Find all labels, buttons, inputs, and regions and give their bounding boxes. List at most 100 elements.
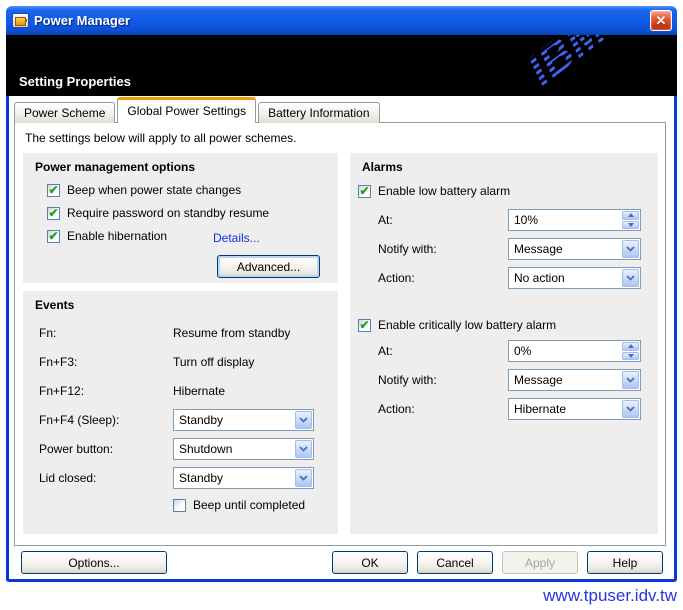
event-label: Fn+F4 (Sleep): — [39, 409, 173, 431]
event-label: Power button: — [39, 438, 173, 460]
apply-button[interactable]: Apply — [502, 551, 578, 574]
event-value: Resume from standby — [173, 326, 290, 340]
power-manager-app-icon — [12, 13, 29, 28]
enable-hibernation-checkbox[interactable]: ✔ — [47, 230, 60, 243]
event-label: Fn: — [39, 326, 173, 340]
low-alarm-notify-row: Notify with: Message — [378, 238, 641, 260]
fn-row: Fn: Resume from standby — [39, 326, 290, 340]
chevron-down-icon[interactable] — [622, 240, 639, 258]
window-title: Power Manager — [34, 13, 130, 28]
close-button[interactable]: ✕ — [650, 10, 672, 31]
titlebar[interactable]: Power Manager ✕ — [6, 6, 677, 35]
alarms-group: Alarms ✔ Enable low battery alarm At: 10… — [350, 153, 658, 534]
require-password-row: ✔ Require password on standby resume — [47, 206, 269, 220]
fn-f12-row: Fn+F12: Hibernate — [39, 384, 225, 398]
beep-until-completed-row: Beep until completed — [173, 498, 305, 512]
chevron-down-icon[interactable] — [295, 469, 312, 487]
lid-closed-dropdown[interactable]: Standby — [173, 467, 314, 489]
chevron-down-icon[interactable] — [295, 440, 312, 458]
low-alarm-action-dropdown[interactable]: No action — [508, 267, 641, 289]
checkbox-label: Enable hibernation — [67, 229, 167, 243]
intro-text: The settings below will apply to all pow… — [25, 131, 296, 145]
tab-power-scheme[interactable]: Power Scheme — [14, 102, 115, 123]
dialog-button-row: Options... OK Cancel Apply Help — [9, 551, 674, 574]
low-alarm-at-row: At: 10% — [378, 209, 641, 231]
low-alarm-action-row: Action: No action — [378, 267, 641, 289]
beep-until-completed-checkbox[interactable] — [173, 499, 186, 512]
spin-up-icon[interactable] — [622, 211, 639, 220]
power-management-options-group: Power management options ✔ Beep when pow… — [23, 153, 338, 283]
fn-f4-sleep-row: Fn+F4 (Sleep): Standby — [39, 409, 314, 431]
watermark-url: www.tpuser.idv.tw — [543, 586, 677, 606]
field-label: Action: — [378, 398, 508, 420]
spinner-buttons — [622, 342, 639, 360]
group-title: Power management options — [35, 160, 195, 174]
fn-f4-sleep-dropdown[interactable]: Standby — [173, 409, 314, 431]
fn-f3-row: Fn+F3: Turn off display — [39, 355, 254, 369]
dropdown-value: Hibernate — [509, 402, 566, 416]
power-button-row: Power button: Shutdown — [39, 438, 314, 460]
dropdown-value: Message — [509, 242, 563, 256]
lid-closed-row: Lid closed: Standby — [39, 467, 314, 489]
beep-power-state-row: ✔ Beep when power state changes — [47, 183, 241, 197]
power-manager-window: Power Manager ✕ IBM Setting Properties P… — [6, 6, 677, 582]
field-label: At: — [378, 340, 508, 362]
checkbox-label: Enable low battery alarm — [378, 184, 510, 198]
chevron-down-icon[interactable] — [295, 411, 312, 429]
event-label: Fn+F12: — [39, 384, 173, 398]
cancel-button[interactable]: Cancel — [417, 551, 493, 574]
dropdown-value: Standby — [174, 471, 223, 485]
close-icon: ✕ — [656, 14, 667, 27]
power-button-dropdown[interactable]: Shutdown — [173, 438, 314, 460]
event-label: Lid closed: — [39, 467, 173, 489]
beep-power-state-checkbox[interactable]: ✔ — [47, 184, 60, 197]
input-value: 0% — [509, 344, 531, 358]
tab-page-global-power-settings: The settings below will apply to all pow… — [14, 122, 666, 546]
critical-alarm-at-row: At: 0% — [378, 340, 641, 362]
enable-critical-alarm-checkbox[interactable]: ✔ — [358, 319, 371, 332]
options-button[interactable]: Options... — [21, 551, 167, 574]
spin-down-icon[interactable] — [622, 221, 639, 230]
header-banner: IBM Setting Properties — [6, 35, 677, 96]
spinner-buttons — [622, 211, 639, 229]
ok-button[interactable]: OK — [332, 551, 408, 574]
chevron-down-icon[interactable] — [622, 400, 639, 418]
advanced-button[interactable]: Advanced... — [217, 255, 320, 278]
event-value: Turn off display — [173, 355, 254, 369]
low-alarm-notify-dropdown[interactable]: Message — [508, 238, 641, 260]
spin-up-icon[interactable] — [622, 342, 639, 351]
chevron-down-icon[interactable] — [622, 269, 639, 287]
dropdown-value: No action — [509, 271, 565, 285]
enable-low-battery-alarm-checkbox[interactable]: ✔ — [358, 185, 371, 198]
group-title: Alarms — [362, 160, 403, 174]
dropdown-value: Standby — [174, 413, 223, 427]
tab-global-power-settings[interactable]: Global Power Settings — [117, 97, 256, 123]
checkbox-label: Enable critically low battery alarm — [378, 318, 556, 332]
check-icon: ✔ — [359, 320, 369, 330]
check-icon: ✔ — [48, 231, 58, 241]
chevron-down-icon[interactable] — [622, 371, 639, 389]
action-buttons: OK Cancel Apply Help — [332, 551, 663, 574]
check-icon: ✔ — [359, 186, 369, 196]
critical-alarm-level-input[interactable]: 0% — [508, 340, 641, 362]
field-label: Notify with: — [378, 238, 508, 260]
low-alarm-level-input[interactable]: 10% — [508, 209, 641, 231]
event-value: Hibernate — [173, 384, 225, 398]
enable-critical-alarm-row: ✔ Enable critically low battery alarm — [358, 318, 556, 332]
spin-down-icon[interactable] — [622, 352, 639, 361]
tab-battery-information[interactable]: Battery Information — [258, 102, 379, 123]
critical-alarm-action-dropdown[interactable]: Hibernate — [508, 398, 641, 420]
critical-alarm-notify-dropdown[interactable]: Message — [508, 369, 641, 391]
page: Power Manager ✕ IBM Setting Properties P… — [0, 0, 683, 610]
input-value: 10% — [509, 213, 538, 227]
events-group: Events Fn: Resume from standby Fn+F3: Tu… — [23, 291, 338, 534]
event-label: Fn+F3: — [39, 355, 173, 369]
field-label: At: — [378, 209, 508, 231]
dropdown-value: Shutdown — [174, 442, 232, 456]
help-button[interactable]: Help — [587, 551, 663, 574]
details-link[interactable]: Details... — [213, 231, 260, 245]
critical-alarm-action-row: Action: Hibernate — [378, 398, 641, 420]
enable-low-battery-alarm-row: ✔ Enable low battery alarm — [358, 184, 510, 198]
require-password-checkbox[interactable]: ✔ — [47, 207, 60, 220]
check-icon: ✔ — [48, 185, 58, 195]
